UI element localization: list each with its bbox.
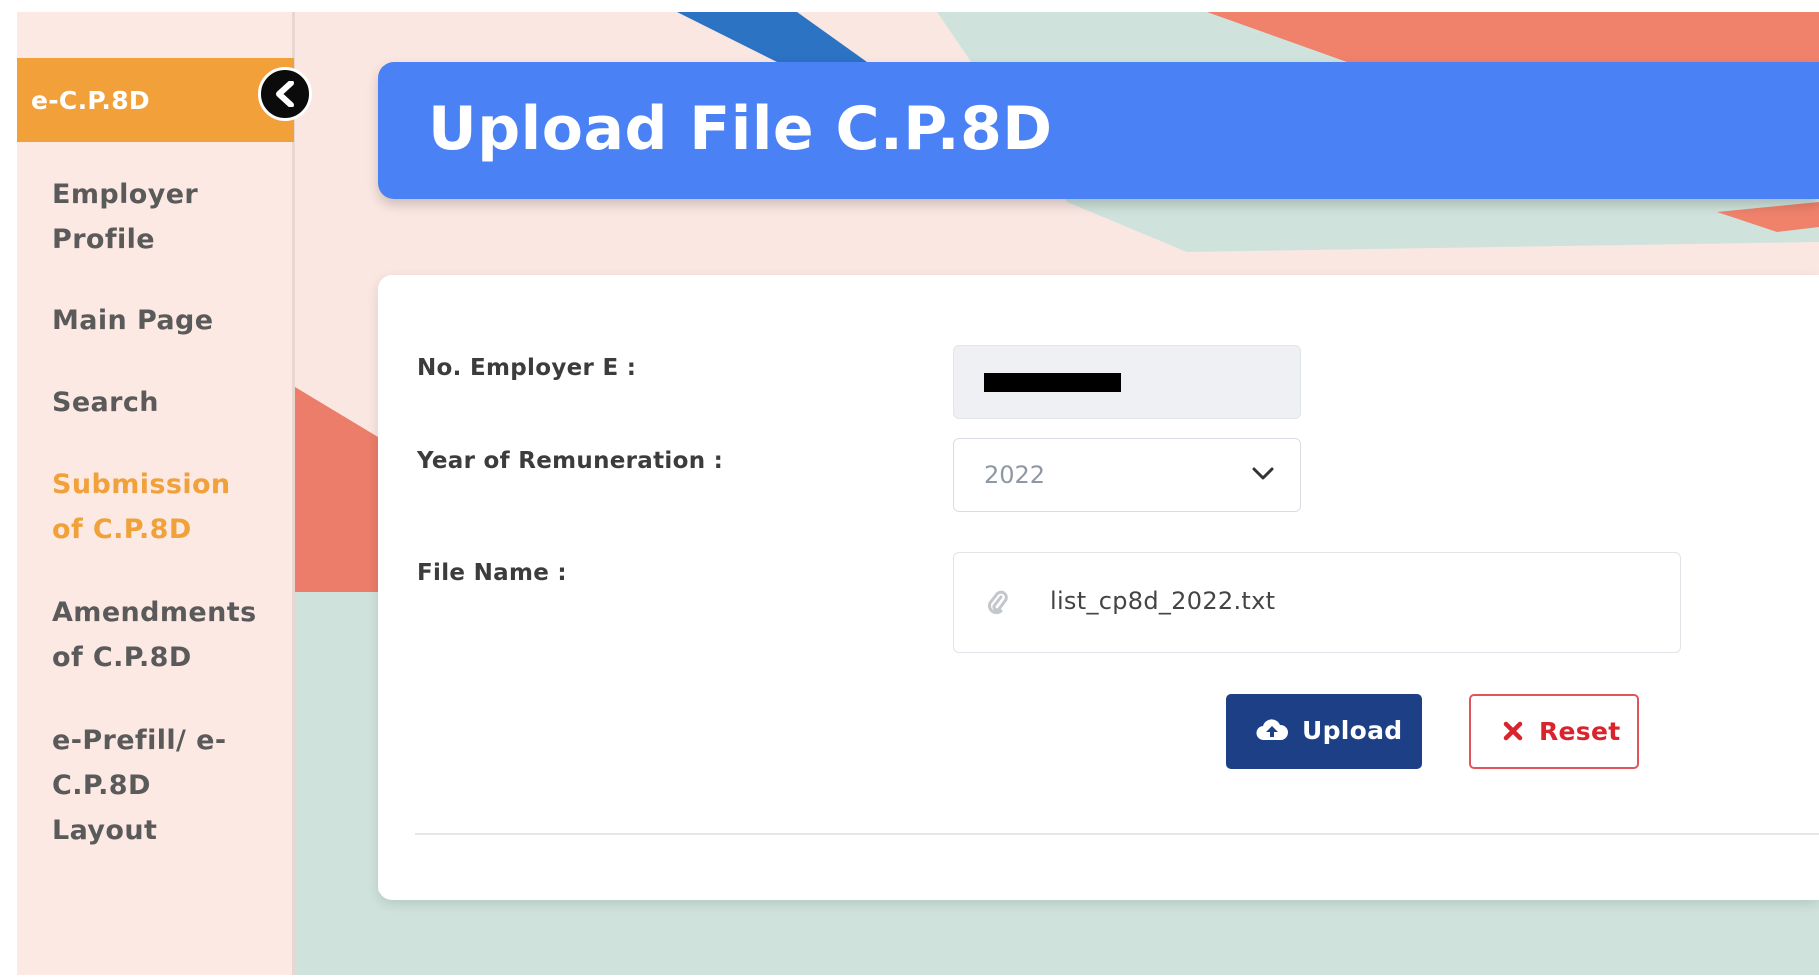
sidebar-item-eprefill-layout[interactable]: e-Prefill/ e-C.P.8D Layout bbox=[52, 718, 257, 853]
cloud-upload-icon bbox=[1256, 719, 1288, 741]
sidebar-header: e-C.P.8D bbox=[17, 58, 294, 142]
chevron-left-icon bbox=[276, 81, 294, 107]
year-label: Year of Remuneration : bbox=[417, 448, 724, 474]
app-frame: e-C.P.8D Employer Profile Main Page Sear… bbox=[17, 12, 1819, 975]
year-select-value: 2022 bbox=[984, 461, 1046, 489]
page-title: Upload File C.P.8D bbox=[428, 94, 1053, 164]
sidebar-item-employer-profile[interactable]: Employer Profile bbox=[52, 172, 242, 262]
upload-form-card: No. Employer E : Year of Remuneration : … bbox=[378, 275, 1819, 900]
file-name-label: File Name : bbox=[417, 560, 567, 586]
sidebar-collapse-button[interactable] bbox=[258, 67, 312, 121]
chevron-down-icon bbox=[1252, 467, 1274, 480]
file-name-value: list_cp8d_2022.txt bbox=[1050, 587, 1276, 615]
x-icon bbox=[1503, 721, 1523, 741]
sidebar-brand: e-C.P.8D bbox=[31, 86, 150, 115]
upload-button[interactable]: Upload bbox=[1226, 694, 1422, 769]
paperclip-icon bbox=[988, 590, 1008, 615]
employer-no-field bbox=[953, 345, 1301, 419]
sidebar: e-C.P.8D Employer Profile Main Page Sear… bbox=[17, 12, 295, 975]
upload-button-label: Upload bbox=[1302, 716, 1403, 745]
reset-button-label: Reset bbox=[1539, 717, 1621, 746]
title-banner: Upload File C.P.8D bbox=[378, 62, 1819, 199]
sidebar-item-submission[interactable]: Submission of C.P.8D bbox=[52, 462, 252, 552]
redacted-value bbox=[984, 373, 1121, 392]
sidebar-item-search[interactable]: Search bbox=[52, 380, 287, 425]
employer-no-label: No. Employer E : bbox=[417, 355, 637, 381]
sidebar-item-amendments[interactable]: Amendments of C.P.8D bbox=[52, 590, 262, 680]
file-input[interactable]: list_cp8d_2022.txt bbox=[953, 552, 1681, 653]
sidebar-item-main-page[interactable]: Main Page bbox=[52, 298, 287, 343]
reset-button[interactable]: Reset bbox=[1469, 694, 1639, 769]
form-divider bbox=[415, 833, 1819, 835]
year-select[interactable]: 2022 bbox=[953, 438, 1301, 512]
